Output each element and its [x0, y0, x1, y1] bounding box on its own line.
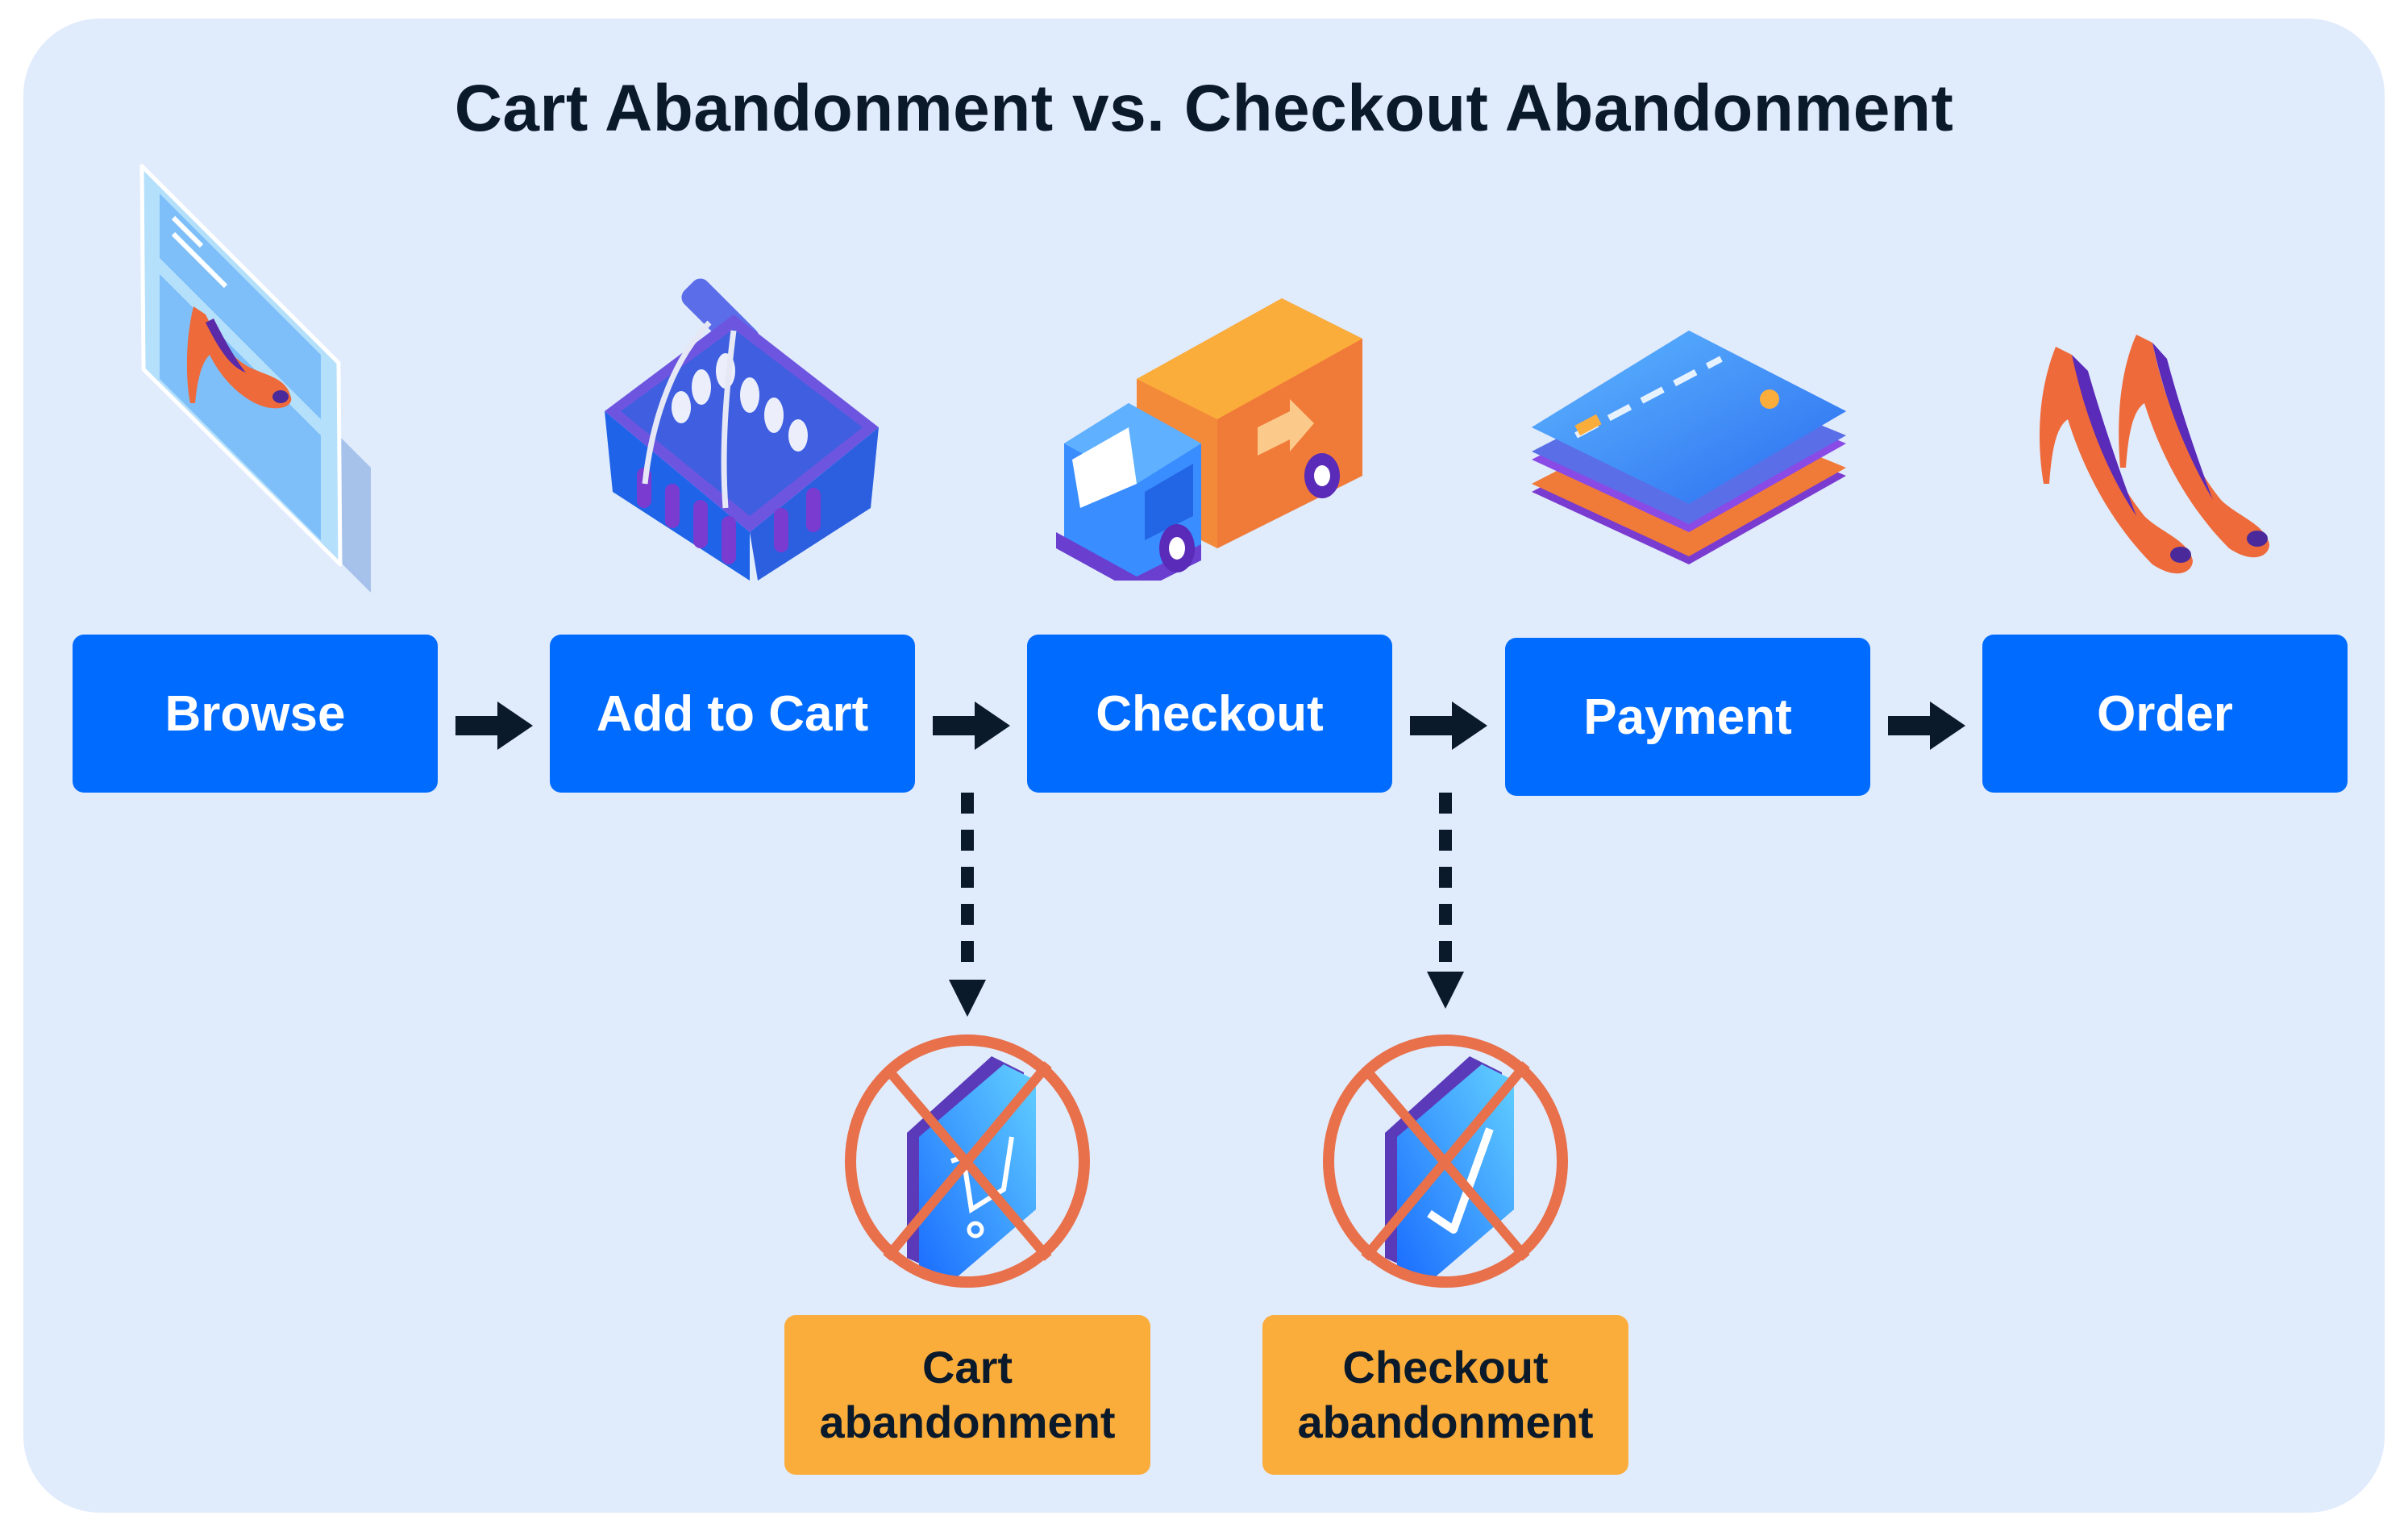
step-label: Browse — [164, 685, 346, 742]
arrow-right-icon — [933, 701, 1010, 750]
step-checkout: Checkout — [1027, 635, 1392, 793]
step-browse: Browse — [73, 635, 438, 793]
prohibited-checkmark-icon — [1323, 1035, 1568, 1288]
step-label: Order — [2097, 685, 2233, 742]
arrow-right-icon — [455, 701, 533, 750]
shopping-basket-icon — [605, 278, 879, 581]
step-label: Payment — [1583, 689, 1792, 745]
step-add-to-cart: Add to Cart — [550, 635, 915, 793]
step-label: Add to Cart — [596, 685, 869, 742]
outcome-checkout-abandonment: Checkout abandonment — [1262, 1315, 1628, 1475]
diagram-title: Cart Abandonment vs. Checkout Abandonmen… — [454, 72, 1954, 145]
outcome-cart-abandonment: Cart abandonment — [784, 1315, 1150, 1475]
step-label: Checkout — [1096, 685, 1324, 742]
dashed-arrow-down-icon — [1427, 793, 1464, 1009]
outcome-line1: Checkout — [1342, 1341, 1549, 1393]
delivery-truck-icon — [1056, 298, 1362, 581]
prohibited-cart-icon — [845, 1035, 1090, 1288]
outcome-line2: abandonment — [1297, 1397, 1594, 1447]
arrow-right-icon — [1888, 701, 1965, 750]
shoe-catalog-tablet-icon — [139, 164, 371, 593]
arrow-right-icon — [1410, 701, 1487, 750]
dashed-arrow-down-icon — [949, 793, 986, 1017]
step-payment: Payment — [1505, 638, 1870, 796]
credit-cards-icon — [1532, 331, 1846, 564]
outcome-line2: abandonment — [819, 1397, 1116, 1447]
step-order: Order — [1982, 635, 2348, 793]
outcome-line1: Cart — [921, 1341, 1013, 1393]
high-heels-icon — [2040, 335, 2269, 574]
